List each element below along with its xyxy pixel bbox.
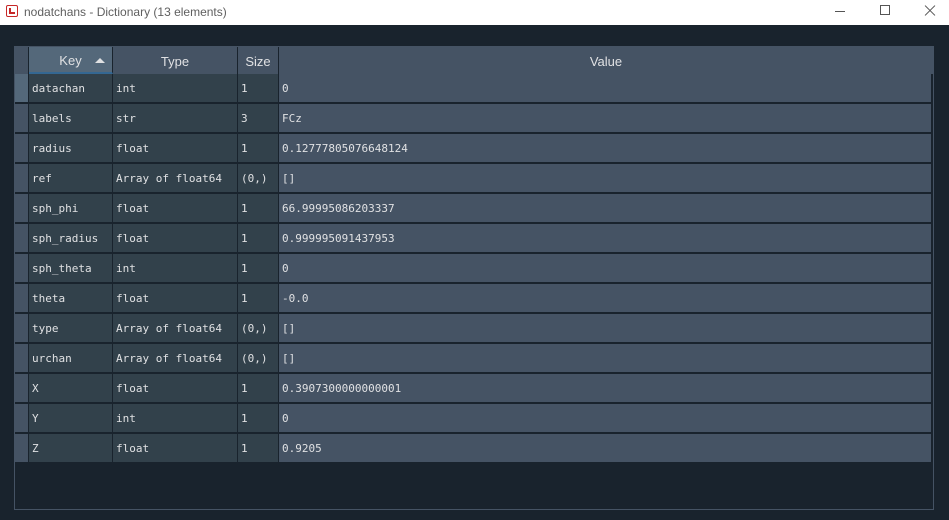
- column-header-value[interactable]: Value: [279, 47, 933, 74]
- table-header: Key Type Size Value: [15, 47, 933, 74]
- app-icon: [6, 5, 18, 17]
- cell-value[interactable]: 66.99995086203337: [279, 194, 931, 223]
- cell-size[interactable]: 1: [238, 434, 279, 463]
- cell-key[interactable]: theta: [29, 284, 113, 313]
- cell-size[interactable]: 1: [238, 194, 279, 223]
- row-header[interactable]: [15, 374, 29, 403]
- column-header-label: Size: [245, 54, 271, 69]
- column-header-size[interactable]: Size: [238, 47, 279, 74]
- minimize-button[interactable]: [817, 0, 863, 25]
- table-row[interactable]: Zfloat 1 0.9205: [15, 434, 933, 464]
- cell-key[interactable]: labels: [29, 104, 113, 133]
- table-row[interactable]: ref Array of float64 (0,)[]: [15, 164, 933, 194]
- cell-key[interactable]: datachan: [29, 74, 113, 103]
- table-row[interactable]: urchan Array of float64 (0,)[]: [15, 344, 933, 374]
- title-bar: nodatchans - Dictionary (13 elements): [0, 0, 949, 25]
- table-row[interactable]: Xfloat 1 0.3907300000000001: [15, 374, 933, 404]
- dictionary-table: Key Type Size Value datachan int 1 0 labels s…: [14, 46, 934, 510]
- cell-type[interactable]: float: [113, 194, 238, 223]
- table-row[interactable]: Yint 1 0: [15, 404, 933, 434]
- column-header-label: Key: [59, 53, 82, 68]
- row-header[interactable]: [15, 254, 29, 283]
- row-header[interactable]: [15, 404, 29, 433]
- cell-value[interactable]: 0.3907300000000001: [279, 374, 931, 403]
- cell-value[interactable]: []: [279, 314, 931, 343]
- row-header[interactable]: [15, 314, 29, 343]
- cell-key[interactable]: urchan: [29, 344, 113, 373]
- row-header[interactable]: [15, 224, 29, 253]
- cell-size[interactable]: 1: [238, 404, 279, 433]
- cell-size[interactable]: 1: [238, 134, 279, 163]
- row-header[interactable]: [15, 284, 29, 313]
- table-body: datachan int 1 0 labels str 3 FCz radius float 1 0.…: [15, 74, 933, 464]
- row-header[interactable]: [15, 344, 29, 373]
- cell-type[interactable]: float: [113, 224, 238, 253]
- cell-value[interactable]: 0: [279, 404, 931, 433]
- row-header[interactable]: [15, 74, 29, 103]
- cell-key[interactable]: radius: [29, 134, 113, 163]
- row-header[interactable]: [15, 164, 29, 193]
- cell-key[interactable]: sph_theta: [29, 254, 113, 283]
- cell-size[interactable]: (0,): [238, 164, 279, 193]
- cell-size[interactable]: (0,): [238, 344, 279, 373]
- cell-size[interactable]: 3: [238, 104, 279, 133]
- cell-value[interactable]: []: [279, 344, 931, 373]
- table-row[interactable]: sph_theta int 1 0: [15, 254, 933, 284]
- cell-key[interactable]: Y: [29, 404, 113, 433]
- cell-size[interactable]: 1: [238, 374, 279, 403]
- cell-type[interactable]: Array of float64: [113, 344, 238, 373]
- cell-value[interactable]: 0: [279, 254, 931, 283]
- header-corner[interactable]: [15, 47, 29, 74]
- cell-key[interactable]: type: [29, 314, 113, 343]
- table-row[interactable]: type Array of float64 (0,)[]: [15, 314, 933, 344]
- row-header[interactable]: [15, 134, 29, 163]
- cell-type[interactable]: float: [113, 284, 238, 313]
- cell-size[interactable]: 1: [238, 254, 279, 283]
- cell-value[interactable]: 0.9205: [279, 434, 931, 463]
- table-row[interactable]: labels str 3 FCz: [15, 104, 933, 134]
- table-row[interactable]: radius float 1 0.12777805076648124: [15, 134, 933, 164]
- cell-type[interactable]: float: [113, 434, 238, 463]
- column-header-label: Value: [589, 54, 623, 69]
- column-header-type[interactable]: Type: [113, 47, 238, 74]
- table-row[interactable]: sph_radius float 1 0.999995091437953: [15, 224, 933, 254]
- table-row[interactable]: sph_phi float 1 66.99995086203337: [15, 194, 933, 224]
- cell-type[interactable]: int: [113, 254, 238, 283]
- cell-type[interactable]: Array of float64: [113, 314, 238, 343]
- close-button[interactable]: [907, 0, 949, 25]
- cell-type[interactable]: Array of float64: [113, 164, 238, 193]
- cell-key[interactable]: sph_phi: [29, 194, 113, 223]
- cell-key[interactable]: sph_radius: [29, 224, 113, 253]
- cell-value[interactable]: []: [279, 164, 931, 193]
- cell-type[interactable]: int: [113, 74, 238, 103]
- cell-key[interactable]: ref: [29, 164, 113, 193]
- table-row[interactable]: theta float 1 -0.0: [15, 284, 933, 314]
- cell-value[interactable]: 0.999995091437953: [279, 224, 931, 253]
- cell-value[interactable]: 0: [279, 74, 931, 103]
- maximize-button[interactable]: [862, 0, 908, 25]
- cell-key[interactable]: X: [29, 374, 113, 403]
- column-header-key[interactable]: Key: [29, 47, 113, 74]
- cell-size[interactable]: (0,): [238, 314, 279, 343]
- column-header-label: Type: [160, 54, 190, 69]
- row-header[interactable]: [15, 434, 29, 463]
- cell-type[interactable]: float: [113, 134, 238, 163]
- cell-value[interactable]: -0.0: [279, 284, 931, 313]
- row-header[interactable]: [15, 194, 29, 223]
- cell-value[interactable]: 0.12777805076648124: [279, 134, 931, 163]
- cell-size[interactable]: 1: [238, 284, 279, 313]
- sort-ascending-icon: [95, 58, 105, 63]
- row-header[interactable]: [15, 104, 29, 133]
- cell-key[interactable]: Z: [29, 434, 113, 463]
- cell-value[interactable]: FCz: [279, 104, 931, 133]
- window-title: nodatchans - Dictionary (13 elements): [24, 5, 227, 19]
- cell-type[interactable]: float: [113, 374, 238, 403]
- cell-type[interactable]: int: [113, 404, 238, 433]
- cell-size[interactable]: 1: [238, 74, 279, 103]
- cell-type[interactable]: str: [113, 104, 238, 133]
- table-row[interactable]: datachan int 1 0: [15, 74, 933, 104]
- cell-size[interactable]: 1: [238, 224, 279, 253]
